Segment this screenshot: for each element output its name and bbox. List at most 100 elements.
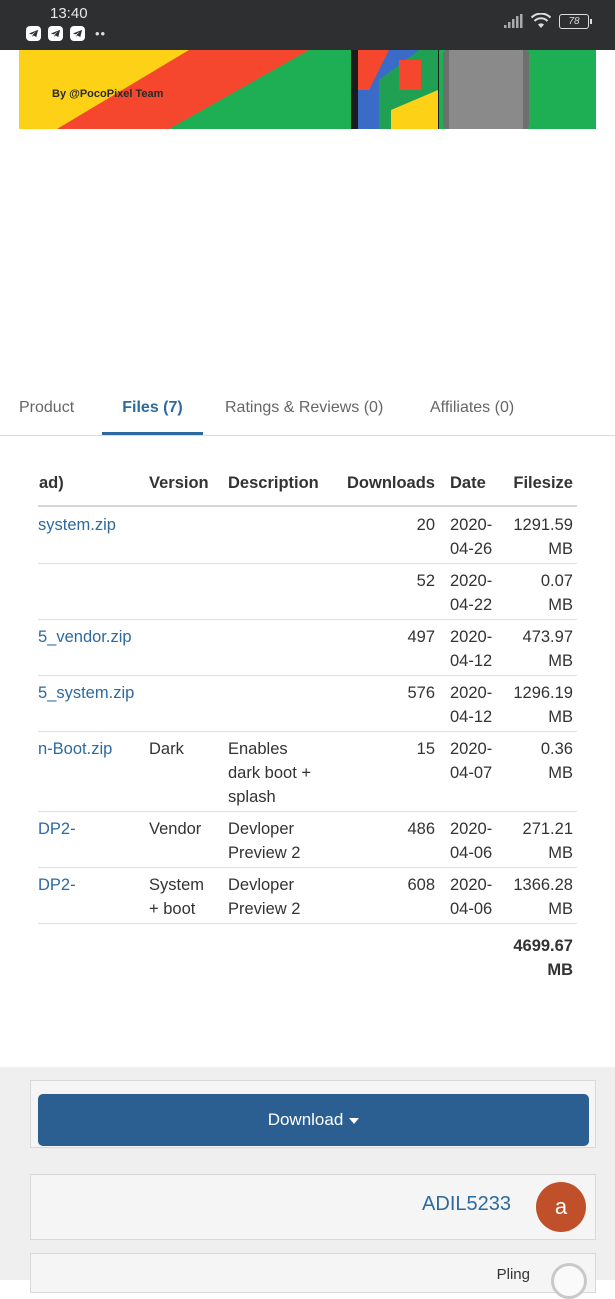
date-line: 04-06 bbox=[450, 900, 493, 918]
telegram-icon bbox=[70, 26, 85, 41]
version-line: + boot bbox=[149, 900, 196, 918]
description-line: dark boot + bbox=[228, 764, 312, 782]
file-date: 2020- 04-06 bbox=[450, 817, 492, 865]
size-line: 1291.59 bbox=[513, 516, 573, 534]
file-size: 1366.28 MB bbox=[513, 873, 573, 921]
date-line: 04-22 bbox=[450, 596, 493, 614]
product-banner: By @PocoPixel Team bbox=[19, 50, 596, 129]
row-divider bbox=[38, 923, 577, 924]
tab-affiliates[interactable]: Affiliates (0) bbox=[430, 386, 514, 435]
description-line: Enables bbox=[228, 740, 288, 758]
file-link[interactable]: DP2- bbox=[38, 873, 76, 897]
download-card: Download bbox=[30, 1080, 596, 1148]
file-date: 2020- 04-26 bbox=[450, 513, 492, 561]
description-line: Preview 2 bbox=[228, 844, 301, 862]
file-link[interactable]: 5_system.zip bbox=[38, 681, 134, 705]
row-divider bbox=[38, 563, 577, 564]
download-button-label: Download bbox=[267, 1110, 344, 1129]
file-size: 0.36 MB bbox=[541, 737, 573, 785]
avatar[interactable]: a bbox=[536, 1182, 586, 1232]
file-link[interactable]: DP2- bbox=[38, 817, 76, 841]
header-divider bbox=[38, 505, 577, 507]
date-line: 2020- bbox=[450, 876, 493, 894]
file-size: 473.97 MB bbox=[523, 625, 573, 673]
size-line: MB bbox=[548, 900, 573, 918]
description-line: splash bbox=[228, 788, 276, 806]
wifi-icon bbox=[531, 13, 551, 28]
date-line: 04-12 bbox=[450, 708, 493, 726]
file-link[interactable]: system.zip bbox=[38, 513, 116, 537]
notification-icons: •• bbox=[26, 26, 106, 41]
row-divider bbox=[38, 731, 577, 732]
file-downloads: 52 bbox=[416, 572, 435, 590]
author-card: ADIL5233 a bbox=[30, 1174, 596, 1240]
size-line: MB bbox=[548, 764, 573, 782]
size-line: 473.97 bbox=[522, 628, 573, 646]
column-header-description[interactable]: Description bbox=[228, 471, 319, 495]
date-line: 04-07 bbox=[450, 764, 493, 782]
column-header-date[interactable]: Date bbox=[450, 471, 486, 495]
column-header-version[interactable]: Version bbox=[149, 471, 209, 495]
row-divider bbox=[38, 619, 577, 620]
size-line: MB bbox=[548, 708, 573, 726]
size-line: MB bbox=[548, 540, 573, 558]
file-size: 0.07 MB bbox=[541, 569, 573, 617]
date-line: 2020- bbox=[450, 572, 493, 590]
file-downloads: 608 bbox=[407, 876, 435, 894]
author-name[interactable]: ADIL5233 bbox=[422, 1193, 511, 1216]
tab-ratings-reviews[interactable]: Ratings & Reviews (0) bbox=[225, 386, 383, 435]
size-line: MB bbox=[548, 596, 573, 614]
telegram-icon bbox=[48, 26, 63, 41]
row-divider bbox=[38, 867, 577, 868]
pling-card: Pling bbox=[30, 1253, 596, 1299]
row-divider bbox=[38, 675, 577, 676]
version-line: Dark bbox=[149, 740, 184, 758]
pling-logo-icon bbox=[551, 1263, 587, 1299]
tab-product[interactable]: Product bbox=[19, 386, 74, 435]
file-downloads: 486 bbox=[407, 820, 435, 838]
description-line: Devloper bbox=[228, 876, 295, 894]
row-divider bbox=[38, 811, 577, 812]
total-line: 4699.67 bbox=[513, 937, 573, 955]
file-description: Enables dark boot + splash bbox=[228, 737, 311, 809]
size-line: MB bbox=[548, 652, 573, 670]
file-link[interactable]: 5_vendor.zip bbox=[38, 625, 132, 649]
file-downloads: 15 bbox=[416, 740, 435, 758]
column-header-file[interactable]: ad) bbox=[39, 471, 64, 495]
total-line: MB bbox=[547, 961, 573, 979]
file-description: Devloper Preview 2 bbox=[228, 873, 300, 921]
size-line: 0.36 bbox=[540, 740, 573, 758]
date-line: 2020- bbox=[450, 820, 493, 838]
size-line: 1296.19 bbox=[513, 684, 573, 702]
file-version: Dark bbox=[149, 737, 184, 761]
battery-icon: 78 bbox=[559, 13, 592, 29]
size-line: 1366.28 bbox=[513, 876, 573, 894]
download-button[interactable]: Download bbox=[38, 1094, 589, 1146]
file-link[interactable]: n-Boot.zip bbox=[38, 737, 112, 761]
file-date: 2020- 04-12 bbox=[450, 681, 492, 729]
status-bar: 13:40 •• 78 bbox=[0, 0, 615, 50]
file-downloads: 20 bbox=[416, 516, 435, 534]
version-line: Vendor bbox=[149, 820, 202, 838]
version-line: System bbox=[149, 876, 205, 894]
size-line: 271.21 bbox=[522, 820, 573, 838]
date-line: 2020- bbox=[450, 516, 493, 534]
file-date: 2020- 04-22 bbox=[450, 569, 492, 617]
product-tabs: Product Files (7) Ratings & Reviews (0) … bbox=[0, 386, 615, 436]
file-description: Devloper Preview 2 bbox=[228, 817, 300, 865]
size-line: MB bbox=[548, 844, 573, 862]
column-header-downloads[interactable]: Downloads bbox=[347, 471, 435, 495]
date-line: 2020- bbox=[450, 684, 493, 702]
file-date: 2020- 04-06 bbox=[450, 873, 492, 921]
file-size: 1296.19 MB bbox=[513, 681, 573, 729]
file-date: 2020- 04-07 bbox=[450, 737, 492, 785]
column-header-filesize[interactable]: Filesize bbox=[513, 471, 573, 495]
date-line: 2020- bbox=[450, 740, 493, 758]
file-date: 2020- 04-12 bbox=[450, 625, 492, 673]
files-table: ad) Version Description Downloads Date F… bbox=[0, 460, 615, 1020]
file-version: System + boot bbox=[149, 873, 204, 921]
tab-files[interactable]: Files (7) bbox=[102, 386, 203, 435]
date-line: 04-12 bbox=[450, 652, 493, 670]
size-line: 0.07 bbox=[540, 572, 573, 590]
total-filesize: 4699.67 MB bbox=[513, 934, 573, 982]
